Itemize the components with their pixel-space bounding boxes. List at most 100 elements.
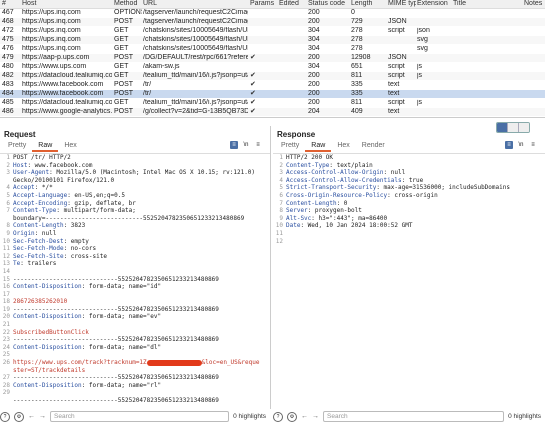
header-value: ster=ST/trackdetails	[13, 366, 86, 374]
col-host[interactable]: Host	[22, 0, 112, 8]
editor-line: 6 Cross-Origin-Resource-Policy: cross-ori…	[273, 192, 545, 200]
table-row[interactable]: 476 https://ups.inq.com GET/chatskins/site…	[0, 45, 545, 53]
tab-response-raw[interactable]: Raw	[305, 141, 332, 152]
request-pane: Request Pretty Raw Hex ≡ \n ≡ 1 POST /tr/…	[0, 126, 271, 409]
next-icon[interactable]: →	[39, 413, 46, 420]
line-text	[13, 389, 270, 397]
prev-icon[interactable]: ←	[301, 413, 308, 420]
line-text: boundary=---------------------------5525…	[13, 215, 270, 223]
header-value: : true	[401, 176, 424, 184]
response-search-input[interactable]: Search	[323, 411, 505, 422]
tab-response-render[interactable]: Render	[356, 141, 391, 150]
tab-request-raw[interactable]: Raw	[32, 141, 59, 152]
request-editor[interactable]: 1 POST /tr/ HTTP/2 2 Host: www.facebook.com…	[0, 153, 270, 409]
editor-line: 13 Te: trailers	[0, 260, 270, 268]
table-row[interactable]: 468 https://ups.inq.com POST/tagserver/lau…	[0, 18, 545, 26]
cell-status: 304	[308, 27, 320, 34]
newline-toggle[interactable]: \n	[517, 141, 525, 149]
header-value: : form-data; name="rl"	[81, 381, 162, 389]
col-params[interactable]: Params	[250, 0, 275, 8]
col-url[interactable]: URL	[143, 0, 248, 8]
response-editor[interactable]: 1 HTTP/2 200 OK 2 Content-Type: text/plain 3…	[273, 153, 545, 409]
request-search-input[interactable]: Search	[50, 411, 230, 422]
header-name: Content-Type	[286, 161, 330, 169]
col-length[interactable]: Length	[351, 0, 384, 8]
header-name: Content-Disposition	[13, 343, 82, 351]
col-method[interactable]: Method	[114, 0, 142, 8]
cell-length: 278	[351, 45, 363, 52]
header-name: Accept	[13, 184, 35, 192]
line-text: Content-Type: text/plain	[286, 162, 545, 170]
header-value: : 3823	[63, 222, 86, 230]
line-text: Accept: */*	[13, 184, 270, 192]
help-icon[interactable]: ?	[0, 411, 10, 422]
cell-url: /g/collect?v=2&tid=G-13B5QB73DW&...	[143, 108, 248, 115]
editor-line: 16 Content-Disposition: form-data; name="…	[0, 283, 270, 291]
col-notes[interactable]: Notes	[524, 0, 544, 8]
table-header: # Host Method URL Params Edited Status c…	[0, 0, 545, 9]
response-tools: ≡ \n ≡	[505, 141, 537, 149]
header-name: Strict-Transport-Security	[286, 184, 377, 192]
settings-icon[interactable]: ⚙	[287, 411, 297, 422]
cell-url: /akam-sw.js	[143, 63, 180, 70]
next-icon[interactable]: →	[312, 413, 319, 420]
editor-line: ster=ST/trackdetails	[0, 367, 270, 375]
menu-icon[interactable]: ≡	[254, 141, 262, 149]
tab-response-hex[interactable]: Hex	[331, 141, 355, 150]
line-text: Content-Disposition: form-data; name="id…	[13, 283, 270, 291]
wrap-lines-icon[interactable]: ≡	[230, 141, 238, 149]
cell-ext: json	[417, 27, 430, 34]
header-name: Origin	[13, 229, 35, 237]
settings-icon[interactable]: ⚙	[14, 411, 24, 422]
table-row[interactable]: 484 https://www.facebook.com POST/tr/ ✔ 200 3…	[0, 90, 545, 98]
table-row[interactable]: 483 https://www.facebook.com POST/tr/ ✔ 200 3…	[0, 81, 545, 89]
newline-toggle[interactable]: \n	[242, 141, 250, 149]
table-row[interactable]: 467 https://ups.inq.com OPTIONS/tagserver/…	[0, 9, 545, 17]
header-name: Alt-Svc	[286, 214, 312, 222]
col-num[interactable]: #	[2, 0, 20, 8]
line-number: 2	[6, 161, 10, 169]
cell-mime: script	[388, 27, 405, 34]
col-mime[interactable]: MIME type	[388, 0, 416, 8]
line-text: Content-Type: multipart/form-data;	[13, 207, 270, 215]
table-row[interactable]: 475 https://ups.inq.com GET/chatskins/site…	[0, 36, 545, 44]
cell-url: /DG/DEFAULT/rest/rpc/661?referer=ht...	[143, 54, 248, 61]
tab-response-pretty[interactable]: Pretty	[275, 141, 305, 150]
line-text: Content-Length: 0	[286, 200, 545, 208]
tab-request-pretty[interactable]: Pretty	[2, 141, 32, 150]
table-row[interactable]: 482 https://datacloud.tealiumiq.com GET/te…	[0, 72, 545, 80]
table-row[interactable]: 486 https://www.google-analytics.c... POST…	[0, 108, 545, 116]
line-number: 21	[2, 321, 10, 329]
line-number: 12	[275, 237, 283, 245]
line-number: 20	[2, 313, 10, 321]
cell-url: /tealium_ttd/main/16/i.js?jsonp=utag....	[143, 99, 248, 106]
cell-url: /tealium_ttd/main/16/i.js?jsonp=utag....	[143, 72, 248, 79]
line-text: -----------------------------55252047823…	[13, 306, 270, 314]
cell-mime: JSON	[388, 54, 407, 61]
col-title[interactable]: Title	[453, 0, 523, 8]
col-status[interactable]: Status code	[308, 0, 348, 8]
line-number: 29	[2, 389, 10, 397]
prev-icon[interactable]: ←	[28, 413, 35, 420]
help-icon[interactable]: ?	[273, 411, 283, 422]
table-row[interactable]: 472 https://ups.inq.com GET/chatskins/site…	[0, 27, 545, 35]
line-number: 13	[2, 260, 10, 268]
line-number: 23	[2, 336, 10, 344]
editor-line: 10 Date: Wed, 10 Jan 2024 18:00:52 GMT	[273, 222, 545, 230]
header-value: &loc=en_US&reque	[201, 359, 260, 367]
col-edited[interactable]: Edited	[279, 0, 304, 8]
header-value: -----------------------------55252047823…	[13, 336, 219, 344]
header-value: : en-US,en;q=0.5	[67, 191, 125, 199]
wrap-lines-icon[interactable]: ≡	[505, 141, 513, 149]
menu-icon[interactable]: ≡	[529, 141, 537, 149]
table-row[interactable]: 485 https://datacloud.tealiumiq.com GET/te…	[0, 99, 545, 107]
editor-line: 21	[0, 321, 270, 329]
editor-line: 9 Alt-Svc: h3=":443"; ma=86400	[273, 215, 545, 223]
tab-request-hex[interactable]: Hex	[58, 141, 82, 150]
table-row[interactable]: 480 https://www.ups.com GET/akam-sw.js 304 6…	[0, 63, 545, 71]
col-extension[interactable]: Extension	[417, 0, 452, 8]
cell-url: /tr/	[143, 81, 152, 88]
header-name: Content-Disposition	[13, 283, 82, 291]
table-row[interactable]: 479 https://aap-p.ups.com POST/DG/DEFAULT/…	[0, 54, 545, 62]
editor-line: 5 Accept-Language: en-US,en;q=0.5	[0, 192, 270, 200]
